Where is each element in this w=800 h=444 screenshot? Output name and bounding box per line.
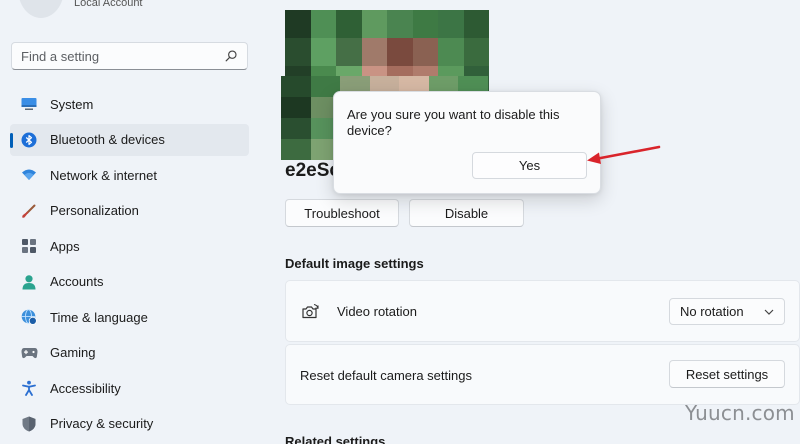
preview-pixel <box>281 76 311 97</box>
sidebar-item-gaming[interactable]: Gaming <box>10 337 249 369</box>
gamepad-icon <box>20 344 38 362</box>
accessibility-icon <box>20 379 38 397</box>
troubleshoot-button[interactable]: Troubleshoot <box>285 199 399 227</box>
bluetooth-icon <box>20 131 38 149</box>
sidebar-item-label: Bluetooth & devices <box>50 132 165 147</box>
display-icon <box>20 95 38 113</box>
video-rotation-label: Video rotation <box>337 304 417 319</box>
sidebar-item-accessibility[interactable]: Accessibility <box>10 372 249 404</box>
sidebar-nav: System Bluetooth & devices Network & int… <box>10 88 249 443</box>
sidebar-item-label: Gaming <box>50 345 96 360</box>
preview-pixel <box>281 139 311 160</box>
default-image-settings-heading: Default image settings <box>285 256 424 271</box>
search-icon <box>225 50 237 62</box>
dialog-message: Are you sure you want to disable this de… <box>347 107 560 138</box>
sidebar-item-personalization[interactable]: Personalization <box>10 195 249 227</box>
sidebar-item-label: Apps <box>50 238 80 254</box>
rotation-dropdown[interactable]: No rotation <box>669 298 785 325</box>
preview-pixel <box>412 38 438 66</box>
sidebar-item-privacy-security[interactable]: Privacy & security <box>10 408 249 440</box>
related-settings-heading: Related settings <box>285 434 386 444</box>
preview-pixel <box>412 10 438 38</box>
sidebar-item-time-language[interactable]: Time & language <box>10 301 249 333</box>
sidebar-item-accounts[interactable]: Accounts <box>10 266 249 298</box>
search-placeholder: Find a setting <box>21 48 100 64</box>
preview-pixel <box>361 10 387 38</box>
preview-pixel <box>463 38 489 66</box>
sidebar-item-label: Accessibility <box>50 380 121 396</box>
chevron-down-icon <box>764 309 774 315</box>
yes-button[interactable]: Yes <box>472 152 587 179</box>
sidebar-item-bluetooth-devices[interactable]: Bluetooth & devices <box>10 123 249 156</box>
annotation-arrow <box>587 145 661 164</box>
preview-pixel <box>336 38 362 66</box>
rotation-dropdown-value: No rotation <box>680 304 744 319</box>
preview-pixel <box>387 10 413 38</box>
preview-pixel <box>285 10 311 38</box>
camera-rotate-icon <box>302 303 319 319</box>
reset-camera-label: Reset default camera settings <box>300 368 472 383</box>
preview-pixel <box>285 38 311 66</box>
preview-pixel <box>438 38 464 66</box>
preview-pixel <box>310 38 336 66</box>
sidebar-item-network-internet[interactable]: Network & internet <box>10 159 249 191</box>
preview-pixel <box>463 10 489 38</box>
preview-pixel <box>281 118 311 139</box>
sidebar-item-apps[interactable]: Apps <box>10 230 249 262</box>
sidebar-item-label: Personalization <box>50 203 139 218</box>
preview-pixel <box>361 38 387 66</box>
sidebar-item-label: Accounts <box>50 274 104 289</box>
preview-pixel <box>310 10 336 38</box>
preview-pixel <box>438 10 464 38</box>
disable-confirmation-dialog: Are you sure you want to disable this de… <box>333 91 601 194</box>
sidebar-item-label: Network & internet <box>50 167 157 183</box>
search-input[interactable]: Find a setting <box>11 42 248 70</box>
person-icon <box>20 273 38 291</box>
preview-pixel <box>387 38 413 66</box>
preview-pixel <box>281 97 311 118</box>
sidebar-item-label: Privacy & security <box>50 416 154 431</box>
wifi-icon <box>20 166 38 184</box>
disable-button[interactable]: Disable <box>409 199 524 227</box>
sidebar-item-label: Time & language <box>50 309 148 325</box>
sidebar-item-system[interactable]: System <box>10 88 249 120</box>
avatar <box>18 0 64 18</box>
account-type-label: Local Account <box>74 0 143 9</box>
watermark: Yuucn.com <box>685 401 795 425</box>
apps-icon <box>20 237 38 255</box>
reset-settings-button[interactable]: Reset settings <box>669 360 785 388</box>
globe-clock-icon <box>20 308 38 326</box>
preview-pixel <box>336 10 362 38</box>
sidebar-item-label: System <box>50 96 94 112</box>
brush-icon <box>20 202 38 220</box>
shield-icon <box>20 415 38 433</box>
